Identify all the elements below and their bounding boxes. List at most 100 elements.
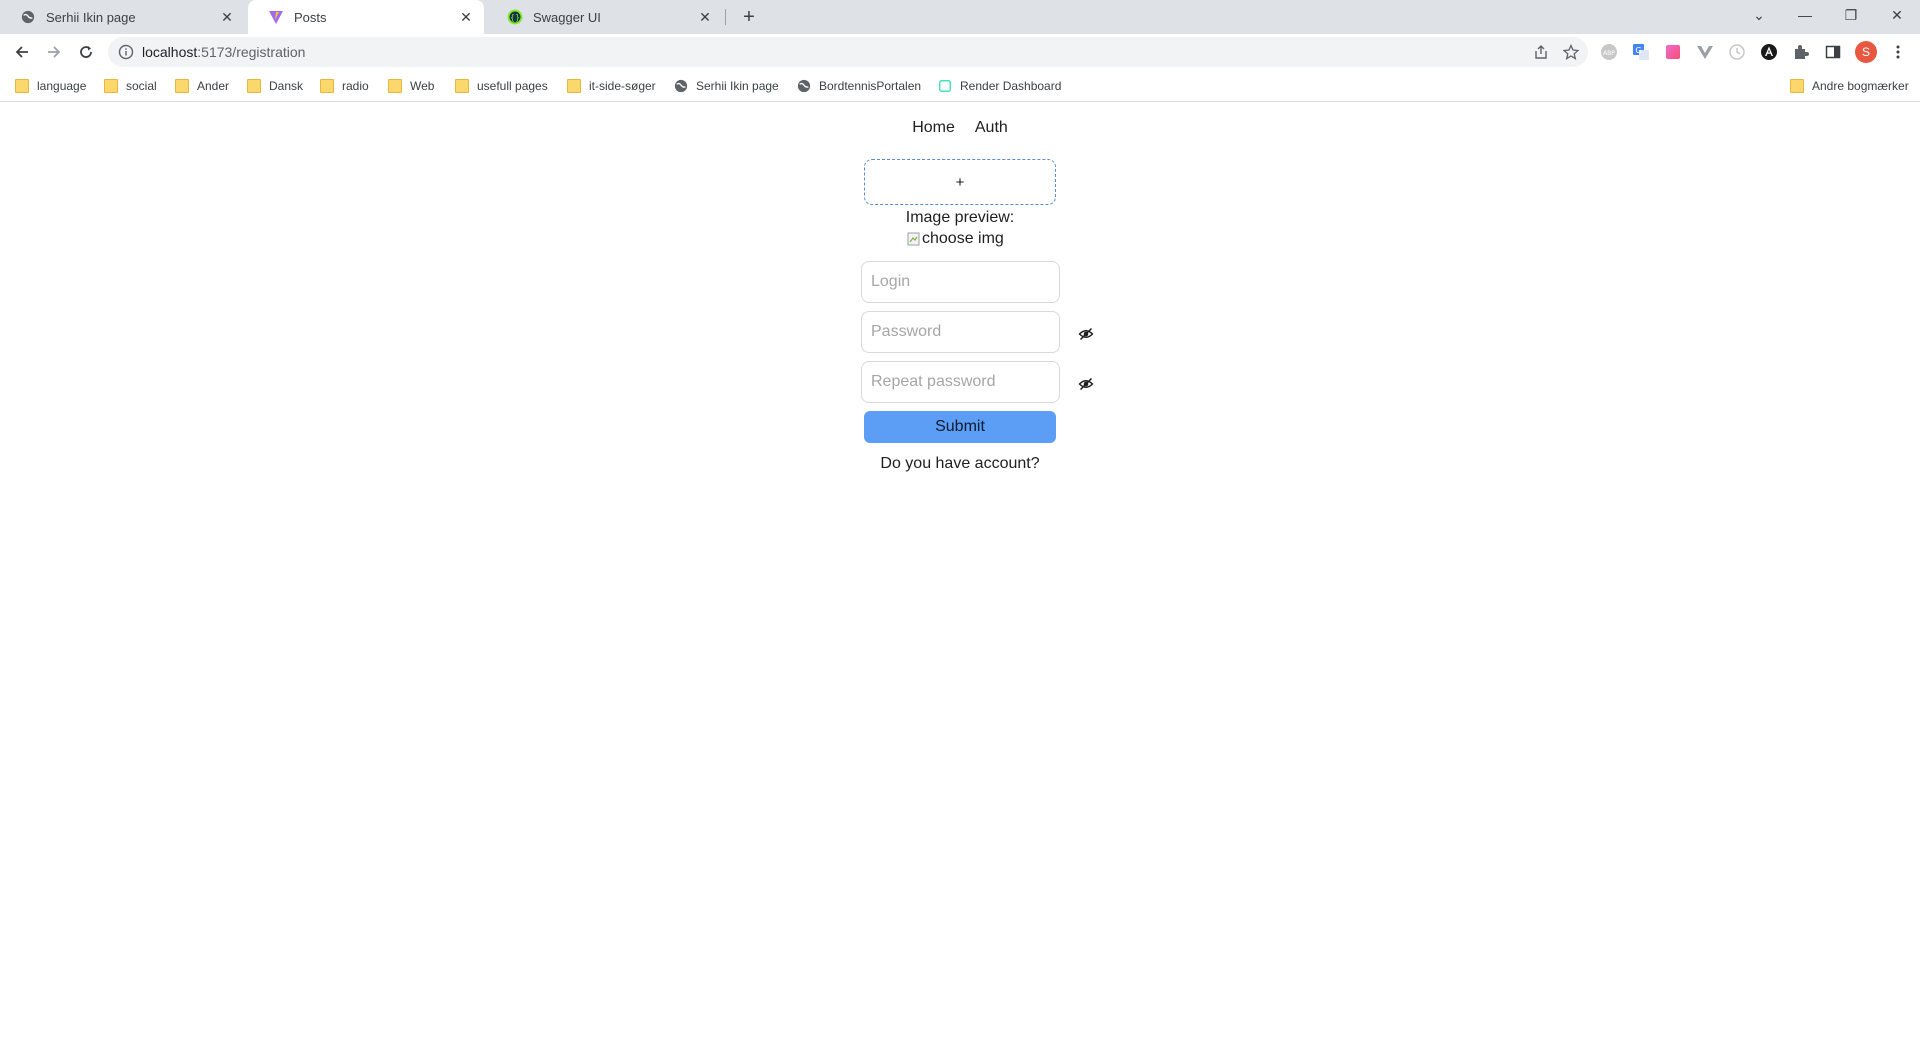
- login-input[interactable]: [871, 273, 1078, 291]
- tab-swagger[interactable]: {} Swagger UI ✕: [487, 0, 723, 34]
- clock-extension-icon[interactable]: [1725, 40, 1749, 64]
- bookmark-label: radio: [342, 79, 369, 93]
- bookmark-render[interactable]: Render Dashboard: [938, 76, 1061, 96]
- bookmark-label: Serhii Ikin page: [696, 79, 779, 93]
- toolbar: localhost:5173/registration ABP G S: [0, 34, 1920, 70]
- bookmark-folder-social[interactable]: social: [104, 76, 157, 96]
- close-icon[interactable]: ✕: [458, 9, 474, 25]
- repeat-password-field[interactable]: [861, 361, 1094, 403]
- tab-title: Serhii Ikin page: [46, 9, 136, 25]
- bookmark-label: Dansk: [269, 79, 304, 93]
- folder-icon: [567, 79, 581, 93]
- side-panel-icon[interactable]: [1821, 40, 1845, 64]
- angular-devtools-icon[interactable]: [1757, 40, 1781, 64]
- bookmark-folder-usefull[interactable]: usefull pages: [455, 76, 548, 96]
- nav-home-link[interactable]: Home: [912, 119, 955, 137]
- render-icon: [939, 80, 951, 92]
- share-icon[interactable]: [1528, 37, 1554, 67]
- bookmark-label: social: [126, 79, 157, 93]
- tab-posts[interactable]: Posts ✕: [248, 0, 484, 34]
- nav-auth-link[interactable]: Auth: [975, 119, 1008, 137]
- folder-icon: [320, 79, 334, 93]
- folder-icon: [247, 79, 261, 93]
- bookmark-label: Ander: [197, 79, 230, 93]
- plus-icon: +: [955, 173, 965, 191]
- bookmark-folder-it-side[interactable]: it-side-søger: [567, 76, 656, 96]
- have-account-link[interactable]: Do you have account?: [0, 455, 1920, 473]
- folder-icon: [15, 79, 29, 93]
- url-text: localhost:5173/registration: [142, 44, 305, 60]
- restore-icon[interactable]: ❐: [1828, 0, 1874, 30]
- bookmark-folder-web[interactable]: Web: [388, 76, 434, 96]
- image-upload-button[interactable]: +: [864, 159, 1056, 205]
- globe-icon: [797, 79, 811, 93]
- svg-text:ABP: ABP: [1603, 50, 1615, 57]
- bookmark-label: BordtennisPortalen: [819, 79, 922, 93]
- bookmark-label: it-side-søger: [589, 79, 656, 93]
- page-content: Home Auth + Image preview: choose img Su…: [0, 103, 1920, 1048]
- folder-icon: [104, 79, 118, 93]
- url-host: localhost: [142, 44, 198, 60]
- back-icon[interactable]: [8, 38, 36, 66]
- globe-icon: [674, 79, 688, 93]
- minimize-icon[interactable]: —: [1782, 0, 1828, 30]
- image-alt-text: choose img: [922, 230, 1004, 247]
- bookmark-star-icon[interactable]: [1558, 37, 1584, 67]
- bookmark-folder-ander[interactable]: Ander: [175, 76, 229, 96]
- bookmark-bordtennis[interactable]: BordtennisPortalen: [797, 76, 921, 96]
- profile-avatar[interactable]: S: [1855, 41, 1877, 63]
- swagger-icon: {}: [507, 9, 523, 25]
- tab-search-icon[interactable]: ⌄: [1736, 0, 1782, 30]
- translate-extension-icon[interactable]: G: [1629, 40, 1653, 64]
- menu-kebab-icon[interactable]: [1886, 40, 1910, 64]
- forward-icon[interactable]: [40, 38, 68, 66]
- vue-devtools-icon[interactable]: [1693, 40, 1717, 64]
- other-bookmarks-label: Andre bogmærker: [1812, 79, 1909, 93]
- adblock-extension-icon[interactable]: ABP: [1597, 40, 1621, 64]
- top-nav: Home Auth: [0, 119, 1920, 137]
- bookmarks-bar: language social Ander Dansk radio Web us…: [0, 70, 1920, 102]
- close-window-icon[interactable]: ✕: [1874, 0, 1920, 30]
- image-preview-label: Image preview:: [905, 209, 1015, 226]
- bookmark-label: language: [37, 79, 87, 93]
- submit-button[interactable]: Submit: [864, 411, 1056, 443]
- password-field[interactable]: [861, 311, 1094, 353]
- site-info-icon[interactable]: [118, 44, 134, 60]
- folder-icon: [388, 79, 402, 93]
- color-extension-icon[interactable]: [1661, 40, 1685, 64]
- address-bar[interactable]: localhost:5173/registration: [108, 37, 1588, 67]
- tab-separator: [725, 9, 726, 25]
- bookmark-folder-language[interactable]: language: [15, 76, 86, 96]
- close-icon[interactable]: ✕: [219, 9, 235, 25]
- reload-icon[interactable]: [72, 38, 100, 66]
- bookmark-folder-dansk[interactable]: Dansk: [247, 76, 303, 96]
- bookmark-folder-radio[interactable]: radio: [320, 76, 369, 96]
- tab-title: Swagger UI: [533, 9, 601, 25]
- repeat-password-input[interactable]: [871, 373, 1078, 391]
- password-input[interactable]: [871, 323, 1078, 341]
- bookmark-serhii[interactable]: Serhii Ikin page: [674, 76, 779, 96]
- folder-icon: [1790, 79, 1804, 93]
- login-field[interactable]: [861, 261, 1078, 303]
- bookmark-label: Render Dashboard: [960, 79, 1062, 93]
- close-icon[interactable]: ✕: [697, 9, 713, 25]
- broken-image-icon: [907, 232, 920, 246]
- folder-icon: [175, 79, 189, 93]
- tab-title: Posts: [294, 9, 327, 25]
- svg-text:{}: {}: [510, 13, 520, 22]
- new-tab-button[interactable]: +: [737, 5, 761, 29]
- url-path: :5173/registration: [197, 44, 306, 60]
- image-preview: choose img: [906, 230, 1004, 248]
- bookmark-label: Web: [410, 79, 435, 93]
- eye-slash-icon[interactable]: [1078, 375, 1094, 393]
- bookmark-label: usefull pages: [477, 79, 548, 93]
- extensions-puzzle-icon[interactable]: [1789, 40, 1813, 64]
- eye-slash-icon[interactable]: [1078, 325, 1094, 343]
- folder-icon: [455, 79, 469, 93]
- tab-serhii[interactable]: Serhii Ikin page ✕: [0, 0, 245, 34]
- other-bookmarks[interactable]: Andre bogmærker: [1790, 76, 1909, 96]
- vite-icon: [268, 9, 284, 25]
- tab-strip: Serhii Ikin page ✕ Posts ✕ {} Swagger UI…: [0, 0, 1920, 34]
- svg-text:G: G: [1635, 46, 1641, 55]
- globe-icon: [20, 9, 36, 25]
